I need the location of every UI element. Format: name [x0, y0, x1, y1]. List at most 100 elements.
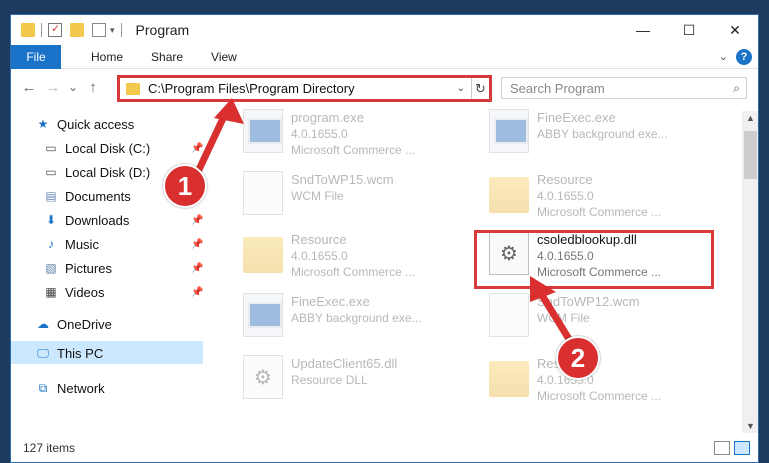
vertical-scrollbar[interactable]: ▲ ▼ [742, 111, 758, 433]
callout-badge-2: 2 [556, 336, 600, 380]
scroll-up-icon[interactable]: ▲ [742, 113, 758, 123]
exe-file-icon [489, 109, 529, 153]
list-item[interactable]: program.exe 4.0.1655.0 Microsoft Commerc… [243, 109, 483, 165]
separator [120, 23, 122, 37]
separator [41, 23, 42, 37]
item-count: 127 items [23, 441, 76, 455]
sidebar-item-label: This PC [57, 345, 104, 361]
quick-access-toolbar-icon[interactable] [92, 23, 106, 37]
computer-icon: 🖵 [37, 345, 49, 360]
file-highlight-box [474, 230, 714, 289]
sidebar-item-downloads[interactable]: ⬇ Downloads 📌 [43, 209, 215, 231]
navigation-pane: ★ Quick access ▭ Local Disk (C:) 📌 ▭ Loc… [11, 111, 207, 431]
sidebar-item-onedrive[interactable]: ☁ OneDrive [35, 313, 112, 335]
list-item[interactable]: Resource 4.0.1655.0 Microsoft Commerce .… [489, 355, 729, 411]
sidebar-item-label: Quick access [57, 116, 135, 132]
file-name: SndToWP15.wcm [291, 172, 394, 187]
list-item[interactable]: ⚙ UpdateClient65.dll Resource DLL [243, 355, 483, 411]
file-description: ABBY background exe... [537, 127, 668, 141]
file-name: Resource [291, 232, 347, 247]
sidebar-item-quick-access[interactable]: ★ Quick access [35, 113, 135, 135]
sidebar-item-label: Pictures [65, 260, 112, 276]
title-bar: ▾ Program — ☐ ✕ [11, 15, 758, 45]
list-item[interactable]: Resource 4.0.1655.0 Microsoft Commerce .… [489, 171, 729, 227]
sidebar-item-label: Videos [65, 284, 105, 300]
sidebar-item-music[interactable]: ♪ Music 📌 [43, 233, 215, 255]
file-name: UpdateClient65.dll [291, 356, 398, 371]
forward-button[interactable]: → [41, 79, 65, 96]
search-icon[interactable]: ⌕ [733, 81, 740, 96]
sidebar-item-label: Local Disk (C:) [65, 140, 151, 156]
maximize-button[interactable]: ☐ [666, 15, 712, 45]
close-button[interactable]: ✕ [712, 15, 758, 45]
list-item[interactable]: FineExec.exe ABBY background exe... [243, 293, 483, 349]
pin-icon[interactable]: 📌 [191, 287, 203, 298]
tab-home[interactable]: Home [77, 50, 137, 64]
recent-locations-button[interactable]: ⌄ [65, 80, 81, 94]
file-name: Resource [537, 172, 593, 187]
videos-icon: ▦ [45, 285, 57, 299]
window-title: Program [135, 22, 190, 38]
network-icon: ⧉ [38, 380, 48, 395]
sidebar-item-this-pc[interactable]: 🖵 This PC [35, 342, 103, 364]
file-version: 4.0.1655.0 [537, 189, 594, 203]
folder-icon [489, 361, 529, 397]
file-version: 4.0.1655.0 [537, 373, 594, 387]
file-name: FineExec.exe [537, 110, 616, 125]
file-version: 4.0.1655.0 [291, 249, 348, 263]
documents-icon: ▤ [45, 189, 57, 203]
file-icon [489, 293, 529, 337]
file-version: 4.0.1655.0 [291, 127, 348, 141]
address-path[interactable]: C:\Program Files\Program Directory [148, 81, 355, 96]
status-bar: 127 items [11, 433, 758, 462]
sidebar-item-label: Local Disk (D:) [65, 164, 151, 180]
pin-icon[interactable]: 📌 [191, 215, 203, 226]
list-item[interactable]: SndToWP12.wcm WCM File [489, 293, 729, 349]
list-item[interactable]: SndToWP15.wcm WCM File [243, 171, 483, 227]
customize-toolbar-chevron-icon[interactable]: ▾ [110, 25, 115, 36]
pin-icon[interactable]: 📌 [191, 263, 203, 274]
file-description: ABBY background exe... [291, 311, 422, 325]
exe-file-icon [243, 293, 283, 337]
address-bar[interactable]: C:\Program Files\Program Directory ⌄ ↻ [117, 75, 492, 102]
new-folder-icon[interactable] [70, 23, 84, 37]
sidebar-item-network[interactable]: ⧉ Network [35, 377, 105, 399]
search-input[interactable]: Search Program ⌕ [501, 77, 747, 99]
folder-icon[interactable] [21, 23, 35, 37]
scroll-down-icon[interactable]: ▼ [742, 421, 758, 431]
tab-file[interactable]: File [11, 44, 61, 69]
help-icon[interactable]: ? [736, 48, 752, 65]
sidebar-item-local-disk-d[interactable]: ▭ Local Disk (D:) [43, 161, 150, 183]
tab-share[interactable]: Share [137, 50, 197, 64]
gear-file-icon: ⚙ [243, 355, 283, 399]
properties-icon[interactable] [48, 22, 62, 37]
sidebar-item-label: Documents [65, 188, 131, 204]
callout-badge-1: 1 [163, 164, 207, 208]
sidebar-item-videos[interactable]: ▦ Videos 📌 [43, 281, 215, 303]
pin-icon[interactable]: 📌 [191, 239, 203, 250]
tab-view[interactable]: View [197, 50, 251, 64]
large-icons-view-icon[interactable] [734, 441, 750, 455]
address-dropdown-chevron-icon[interactable]: ⌄ [451, 83, 471, 94]
up-button[interactable]: ↑ [81, 79, 105, 96]
star-icon: ★ [37, 117, 49, 131]
expand-ribbon-chevron-icon[interactable]: ⌄ [719, 50, 728, 63]
scroll-thumb[interactable] [744, 131, 757, 179]
pin-icon[interactable]: 📌 [191, 143, 203, 154]
list-item[interactable]: FineExec.exe ABBY background exe... [489, 109, 729, 165]
minimize-button[interactable]: — [620, 15, 666, 45]
file-name: FineExec.exe [291, 294, 370, 309]
details-view-icon[interactable] [714, 441, 730, 455]
drive-icon: ▭ [45, 165, 57, 179]
back-button[interactable]: ← [17, 79, 41, 96]
sidebar-item-local-disk-c[interactable]: ▭ Local Disk (C:) 📌 [43, 137, 215, 159]
file-type: Resource DLL [291, 373, 368, 387]
sidebar-item-documents[interactable]: ▤ Documents [43, 185, 131, 207]
drive-icon: ▭ [45, 141, 57, 155]
list-item[interactable]: Resource 4.0.1655.0 Microsoft Commerce .… [243, 231, 483, 287]
refresh-icon[interactable]: ↻ [471, 78, 489, 99]
file-type: WCM File [537, 311, 590, 325]
folder-icon [126, 82, 140, 95]
ribbon-tabs: File Home Share View ⌄ ? [11, 44, 758, 69]
sidebar-item-pictures[interactable]: ▧ Pictures 📌 [43, 257, 215, 279]
